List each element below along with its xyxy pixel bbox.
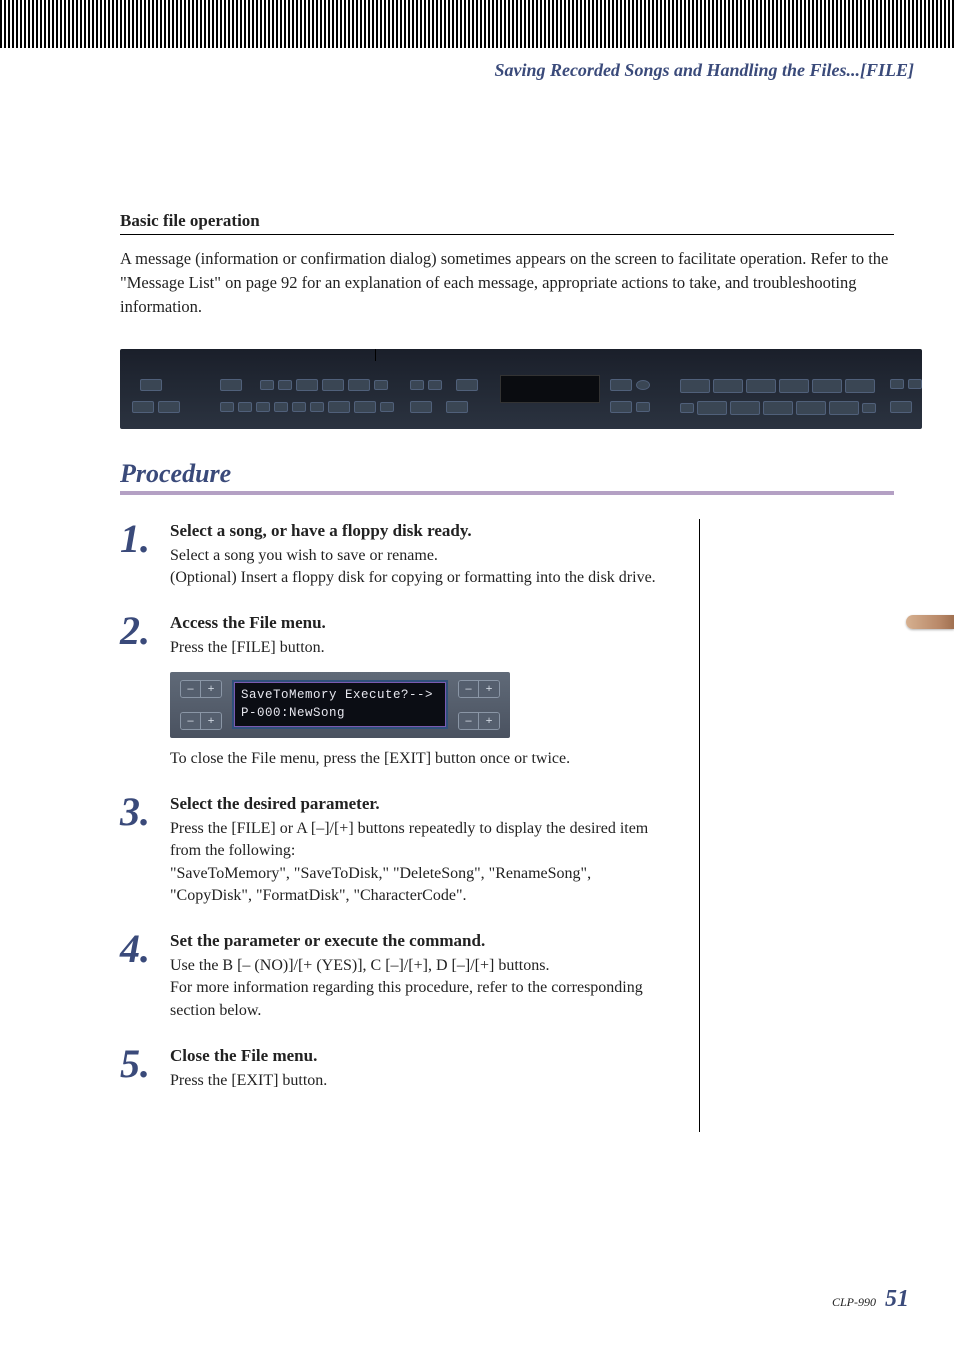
- step-text: Press the [FILE] or A [–]/[+] buttons re…: [170, 818, 669, 863]
- lcd-line-1: SaveToMemory Execute?-->: [241, 687, 439, 705]
- footer-page-number: 51: [885, 1286, 909, 1312]
- lcd-line-2: P-000:NewSong: [241, 705, 439, 723]
- minus-icon: –: [459, 681, 479, 697]
- step-number: 3.: [120, 792, 170, 907]
- procedure-heading: Procedure: [120, 459, 894, 495]
- step-title: Set the parameter or execute the command…: [170, 929, 669, 953]
- step-title: Access the File menu.: [170, 611, 669, 635]
- step-1: 1. Select a song, or have a floppy disk …: [120, 519, 669, 590]
- step-text: Press the [EXIT] button.: [170, 1070, 669, 1092]
- plus-icon: +: [479, 681, 499, 697]
- page-edge-tab: [906, 615, 954, 629]
- step-text: (Optional) Insert a floppy disk for copy…: [170, 567, 669, 589]
- minus-icon: –: [181, 681, 201, 697]
- step-title: Select a song, or have a floppy disk rea…: [170, 519, 669, 543]
- step-title: Close the File menu.: [170, 1044, 669, 1068]
- section-description: A message (information or confirmation d…: [120, 247, 894, 319]
- lcd-button-a: – +: [180, 680, 222, 698]
- step-text: Select a song you wish to save or rename…: [170, 545, 669, 567]
- step-text: "SaveToMemory", "SaveToDisk," "DeleteSon…: [170, 863, 669, 908]
- step-3: 3. Select the desired parameter. Press t…: [120, 792, 669, 907]
- lcd-display-panel: – + – + SaveToMemory Execute?--> P-000:N…: [170, 672, 510, 738]
- step-text: Use the B [– (NO)]/[+ (YES)], C [–]/[+],…: [170, 955, 669, 977]
- lcd-button-d: – +: [458, 712, 500, 730]
- plus-icon: +: [201, 681, 221, 697]
- plus-icon: +: [201, 713, 221, 729]
- step-number: 1.: [120, 519, 170, 590]
- minus-icon: –: [181, 713, 201, 729]
- step-text: For more information regarding this proc…: [170, 977, 669, 1022]
- step-number: 4.: [120, 929, 170, 1022]
- minus-icon: –: [459, 713, 479, 729]
- step-title: Select the desired parameter.: [170, 792, 669, 816]
- step-text: To close the File menu, press the [EXIT]…: [170, 748, 669, 770]
- lcd-button-c: – +: [458, 680, 500, 698]
- section-heading: Basic file operation: [120, 211, 894, 235]
- step-number: 5.: [120, 1044, 170, 1092]
- lcd-screen: SaveToMemory Execute?--> P-000:NewSong: [232, 680, 448, 729]
- footer-model: CLP-990: [832, 1295, 876, 1309]
- page-footer: CLP-990 51: [832, 1286, 909, 1313]
- lcd-button-b: – +: [180, 712, 222, 730]
- running-header: Saving Recorded Songs and Handling the F…: [0, 48, 954, 81]
- instrument-panel-image: [120, 349, 922, 429]
- procedure-steps-column: 1. Select a song, or have a floppy disk …: [120, 519, 700, 1133]
- step-number: 2.: [120, 611, 170, 770]
- step-4: 4. Set the parameter or execute the comm…: [120, 929, 669, 1022]
- step-2: 2. Access the File menu. Press the [FILE…: [120, 611, 669, 770]
- step-5: 5. Close the File menu. Press the [EXIT]…: [120, 1044, 669, 1092]
- top-barcode-strip: [0, 0, 954, 48]
- plus-icon: +: [479, 713, 499, 729]
- step-text: Press the [FILE] button.: [170, 637, 669, 659]
